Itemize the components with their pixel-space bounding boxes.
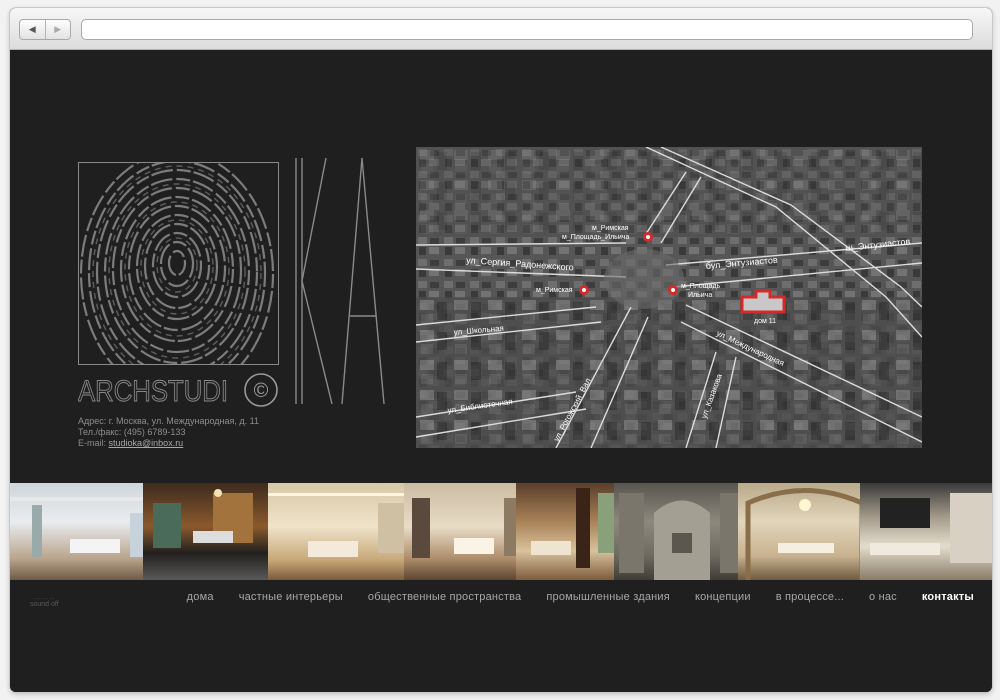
metro-label: м_Римская	[536, 287, 573, 294]
email-link[interactable]: studioka@inbox.ru	[109, 438, 184, 448]
metro-label: м_Площадь_Ильича	[562, 234, 629, 241]
phone-text: Тел./факс: (495) 6789-133	[78, 427, 186, 437]
nav-item-private-interiors[interactable]: частные интерьеры	[239, 591, 343, 603]
address-bar[interactable]	[81, 19, 973, 40]
nav-item-about[interactable]: о нас	[869, 591, 897, 603]
photo-thumbnail[interactable]	[737, 483, 860, 580]
email-label: E-mail:	[78, 438, 109, 448]
logo-initials	[292, 156, 390, 406]
fingerprint-icon	[78, 162, 279, 365]
contact-info: Адрес: г. Москва, ул. Международная, д. …	[78, 416, 259, 449]
logo-wordmark: ARCHSTUDI ©	[78, 370, 283, 410]
page: ARCHSTUDI © Адрес: г. Москва, ул. Междун…	[10, 50, 992, 692]
metro-marker	[668, 285, 678, 295]
metro-label: Ильича	[688, 292, 712, 299]
forward-button[interactable]: ▶	[44, 20, 71, 39]
metro-label: м_Площадь	[681, 283, 721, 290]
photo-thumbnail[interactable]	[516, 483, 615, 580]
main-nav: дома частные интерьеры общественные прос…	[162, 591, 974, 603]
building-label: дом 11	[754, 318, 776, 325]
nav-item-houses[interactable]: дома	[187, 591, 214, 603]
metro-label: м_Римская	[592, 225, 629, 232]
nav-item-public-spaces[interactable]: общественные пространства	[368, 591, 521, 603]
metro-marker	[579, 285, 589, 295]
photo-strip	[10, 483, 992, 580]
nav-item-industrial-buildings[interactable]: промышленные здания	[546, 591, 670, 603]
photo-thumbnail[interactable]	[267, 483, 404, 580]
copyright-icon: ©	[254, 380, 269, 402]
photo-thumbnail[interactable]	[614, 483, 738, 580]
logo-word: ARCHSTUDI	[78, 375, 228, 408]
photo-thumbnail[interactable]	[142, 483, 268, 580]
nav-item-contacts[interactable]: контакты	[922, 591, 974, 603]
metro-marker	[643, 232, 653, 242]
browser-toolbar: ◀ ▶	[10, 8, 992, 50]
sound-toggle[interactable]: ........ sound off	[30, 595, 59, 608]
location-map[interactable]: ул_Сергия_Радонежского бул_Энтузиастов ш…	[416, 147, 922, 448]
photo-thumbnail[interactable]	[403, 483, 517, 580]
address-text: Адрес: г. Москва, ул. Международная, д. …	[78, 416, 259, 426]
history-buttons: ◀ ▶	[19, 19, 71, 40]
email-row: E-mail: studioka@inbox.ru	[78, 438, 259, 449]
nav-item-in-progress[interactable]: в процессе...	[776, 591, 844, 603]
back-button[interactable]: ◀	[20, 20, 45, 39]
photo-thumbnail[interactable]	[859, 483, 992, 580]
nav-item-concepts[interactable]: концепции	[695, 591, 751, 603]
sound-label: sound off	[30, 601, 59, 608]
browser-window: ◀ ▶ ARCHSTUDI © Адрес: г. Москва, ул. Ме…	[10, 8, 992, 692]
photo-thumbnail[interactable]	[10, 483, 143, 580]
